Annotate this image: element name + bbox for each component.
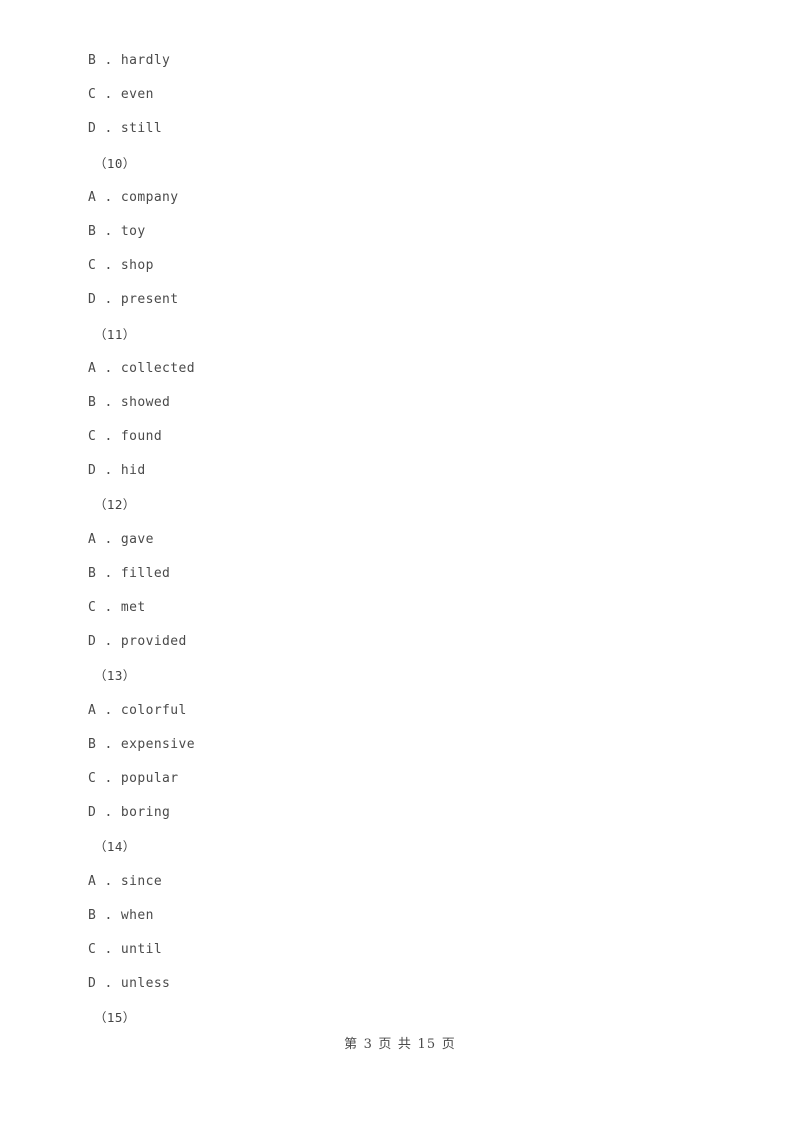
- answer-option: D . present: [88, 292, 179, 308]
- answer-option: D . provided: [88, 634, 187, 650]
- answer-option: C . popular: [88, 770, 179, 786]
- answer-option: D . unless: [88, 976, 171, 992]
- question-number: （12）: [94, 497, 136, 513]
- answer-option: C . shop: [88, 258, 154, 274]
- question-number: （11）: [94, 326, 136, 342]
- answer-option: B . expensive: [88, 736, 195, 752]
- answer-option: A . since: [88, 873, 163, 889]
- answer-option: B . toy: [88, 223, 146, 239]
- answer-option: A . colorful: [88, 702, 187, 718]
- answer-option: A . gave: [88, 531, 154, 547]
- answer-option: C . until: [88, 941, 163, 957]
- question-number: （15）: [94, 1010, 136, 1026]
- answer-option: C . even: [88, 87, 154, 103]
- answer-option: A . collected: [88, 360, 195, 376]
- answer-option: B . when: [88, 907, 154, 923]
- answer-option: B . hardly: [88, 53, 171, 68]
- answer-option: A . company: [88, 189, 179, 205]
- answer-option: D . boring: [88, 805, 171, 821]
- answer-option: B . showed: [88, 394, 171, 410]
- answer-option: C . met: [88, 600, 146, 615]
- document-page: B . hardly C . even D . still （10） A . compa…: [0, 0, 800, 1132]
- answer-option: D . hid: [88, 463, 146, 479]
- page-footer: 第 3 页 共 15 页: [344, 1037, 456, 1052]
- answer-option: C . found: [88, 429, 163, 445]
- question-number: （13）: [94, 668, 136, 684]
- question-number: （10）: [94, 155, 136, 171]
- question-number: （14）: [94, 839, 136, 855]
- page-content: B . hardly C . even D . still （10） A . compa…: [88, 44, 708, 1035]
- answer-option: D . still: [88, 121, 163, 137]
- answer-option: B . filled: [88, 565, 171, 581]
